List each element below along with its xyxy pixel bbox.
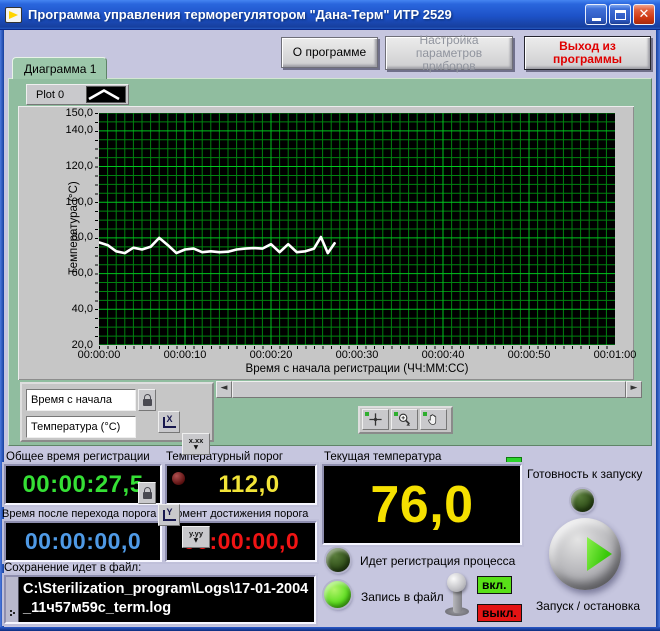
threshold-led [172, 472, 185, 485]
path-icon [6, 577, 19, 622]
title-bar[interactable]: Программа управления терморегулятором "Д… [0, 0, 660, 30]
maximize-icon [615, 10, 626, 20]
x-axis-title: Время с начала регистрации (ЧЧ:ММ:СС) [99, 363, 615, 375]
x-tick-label: 00:00:30 [329, 349, 385, 361]
ready-label: Готовность к запуску [527, 467, 642, 481]
after-threshold-label: Время после перехода порога [2, 508, 156, 520]
current-temp-label: Текущая температура [324, 451, 441, 463]
settings-button[interactable]: Настройка параметров приборов [385, 36, 513, 70]
window-border-right [656, 30, 660, 627]
zoom-tool-button[interactable] [391, 409, 418, 430]
threshold-moment-label: Момент достижения порога [167, 508, 308, 520]
x-tick-label: 00:00:40 [415, 349, 471, 361]
ready-led [571, 489, 594, 512]
start-stop-button[interactable] [549, 518, 621, 590]
close-icon: ✕ [639, 8, 650, 21]
total-time-label: Общее время регистрации [6, 451, 150, 463]
y-tick-label: 150,0 [37, 107, 93, 119]
y-format-button[interactable]: y.yy▼ [182, 526, 210, 548]
file-saving-label: Сохранение идет в файл: [4, 562, 141, 574]
about-button[interactable]: О программе [281, 37, 378, 68]
lock-icon [143, 492, 152, 499]
line-style-icon [87, 87, 121, 102]
cursor-tool-button[interactable] [362, 409, 389, 430]
close-button[interactable]: ✕ [633, 4, 655, 25]
x-axis-icon: X [163, 417, 176, 428]
file-path-box: C:\Sterilization_program\Logs\17-01-2004… [4, 575, 316, 624]
registration-led-label: Идет регистрация процесса [360, 554, 515, 568]
y-scale-lock-button[interactable] [138, 482, 156, 504]
scrollbar-right-arrow[interactable]: ► [626, 381, 642, 398]
x-tick-label: 00:00:00 [71, 349, 127, 361]
magnifier-icon [397, 412, 412, 427]
threshold-display: 112,0 [165, 464, 317, 505]
current-temp-display: 76,0 [322, 464, 522, 545]
tool-active-dot [394, 412, 398, 416]
x-scale-lock-button[interactable] [138, 389, 156, 411]
plot-svg[interactable] [99, 113, 615, 345]
window-title: Программа управления терморегулятором "Д… [28, 7, 583, 22]
crosshair-icon [368, 412, 383, 427]
maximize-button[interactable] [609, 4, 631, 25]
caret-down-icon: ▼ [194, 538, 199, 544]
x-tick-label: 00:00:50 [501, 349, 557, 361]
minimize-button[interactable] [585, 4, 607, 25]
scrollbar-left-arrow[interactable]: ◄ [216, 381, 232, 398]
window-border-bottom [0, 627, 660, 631]
app-icon [5, 7, 22, 23]
exit-button[interactable]: Выход из программы [524, 36, 651, 70]
minimize-icon [592, 18, 601, 21]
y-axis-icon: Y [163, 510, 176, 521]
file-path-value: C:\Sterilization_program\Logs\17-01-2004… [19, 577, 314, 622]
file-write-led-label: Запись в файл [361, 590, 444, 604]
x-scale-name-input[interactable]: Время с начала [26, 389, 136, 411]
x-format-button[interactable]: x.xx▼ [182, 433, 210, 455]
y-tick-label: 100,0 [37, 196, 93, 208]
y-axis-labels: 20,040,060,080,0100,0120,0140,0150,0 [18, 106, 96, 380]
plot-legend-label: Plot 0 [36, 89, 64, 101]
start-stop-label: Запуск / остановка [529, 599, 647, 613]
y-tick-label: 120,0 [37, 160, 93, 172]
x-autoscale-button[interactable]: X [158, 411, 180, 433]
graph-widget: Температура (°C) 20,040,060,080,0100,012… [18, 106, 634, 380]
file-write-led [324, 581, 351, 608]
y-tick-label: 140,0 [37, 124, 93, 136]
tab-diagram-1[interactable]: Диаграмма 1 [12, 57, 107, 79]
y-tick-label: 60,0 [37, 267, 93, 279]
plot-legend[interactable]: Plot 0 [26, 84, 129, 105]
tool-active-dot [365, 412, 369, 416]
y-axis-ticks [95, 113, 98, 345]
registration-led [326, 548, 350, 572]
scrollbar-thumb[interactable] [232, 381, 626, 398]
graph-palette [358, 406, 453, 434]
switch-off-label[interactable]: выкл. [477, 604, 522, 622]
graph-x-scrollbar[interactable]: ◄ ► [216, 381, 642, 398]
file-write-switch[interactable] [447, 573, 466, 592]
caret-down-icon: ▼ [194, 445, 199, 451]
app-window: Программа управления терморегулятором "Д… [0, 0, 660, 631]
switch-stem [453, 589, 462, 613]
x-tick-label: 00:00:10 [157, 349, 213, 361]
x-tick-label: 00:01:00 [587, 349, 643, 361]
after-threshold-display: 00:00:00,0 [4, 521, 162, 562]
tool-active-dot [423, 412, 427, 416]
switch-on-label[interactable]: вкл. [477, 576, 512, 594]
lock-icon [143, 399, 152, 406]
comm-indicator [506, 457, 522, 463]
y-tick-label: 80,0 [37, 231, 93, 243]
hand-icon [426, 412, 441, 427]
scale-legend: Время с начала X x.xx▼ Температура (°C) … [20, 382, 214, 442]
plot-line-sample[interactable] [86, 86, 126, 103]
x-tick-label: 00:00:20 [243, 349, 299, 361]
y-tick-label: 40,0 [37, 303, 93, 315]
y-scale-name-input[interactable]: Температура (°C) [26, 416, 136, 438]
play-icon [587, 537, 612, 571]
pan-tool-button[interactable] [420, 409, 447, 430]
y-autoscale-button[interactable]: Y [158, 504, 180, 526]
